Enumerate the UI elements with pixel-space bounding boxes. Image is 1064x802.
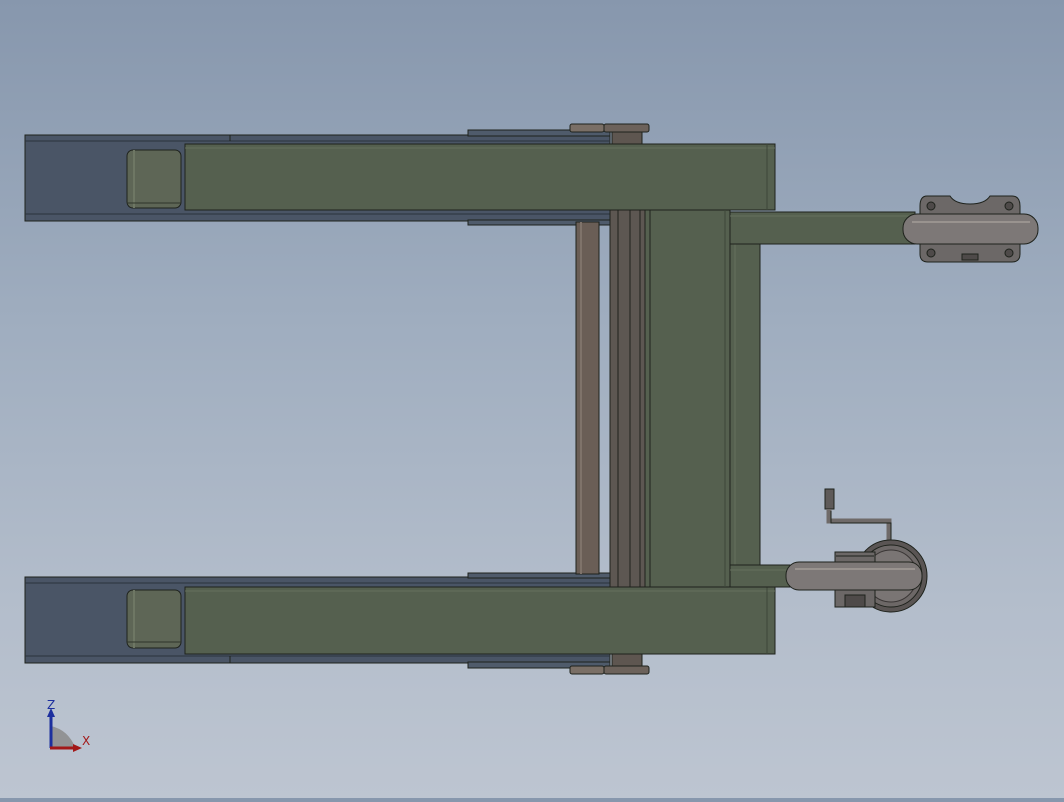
cad-viewport[interactable]: Z X	[0, 0, 1064, 798]
top-caster-assembly	[729, 195, 1039, 263]
bottom-fork-beam	[184, 586, 776, 655]
triad-z-label: Z	[47, 698, 56, 712]
crank-handle-grip	[824, 488, 835, 510]
frame-top-view-drawing	[24, 123, 1039, 675]
top-caster-wheel	[902, 213, 1039, 245]
top-caster-arm	[729, 211, 916, 245]
bottom-fork-arm	[24, 572, 776, 675]
top-load-roller	[126, 149, 182, 209]
bottom-caster-arm	[729, 564, 791, 588]
bottom-load-roller	[126, 589, 182, 649]
cross-tube	[575, 221, 600, 575]
main-vertical-beam	[644, 209, 731, 588]
triad-y-plane	[51, 726, 75, 747]
triad-x-label: X	[82, 734, 91, 748]
top-fork-beam	[184, 143, 776, 211]
center-crossmember	[575, 209, 761, 588]
